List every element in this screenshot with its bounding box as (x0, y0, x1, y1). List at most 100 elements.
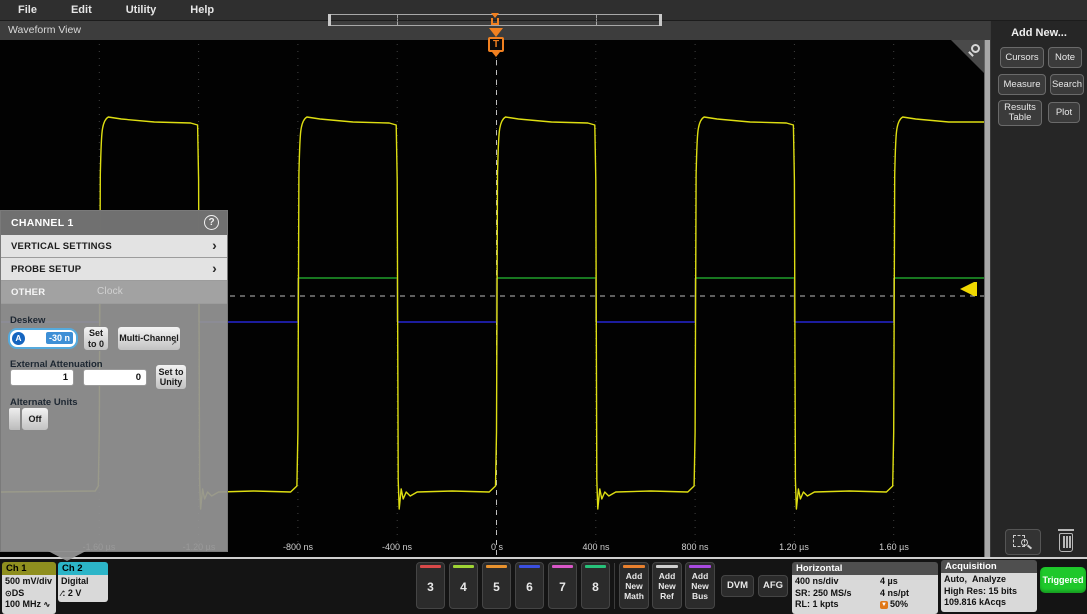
cursors-button[interactable]: Cursors (1000, 47, 1044, 68)
section-probe-setup[interactable]: PROBE SETUP › (1, 258, 227, 281)
dialog-pointer-notch (48, 551, 86, 561)
trigger-level-arrow-icon[interactable] (960, 282, 974, 296)
horizontal-badge-header: Horizontal (792, 562, 938, 575)
channel-4-button[interactable]: 4 (449, 562, 478, 609)
section-vertical-settings[interactable]: VERTICAL SETTINGS › (1, 235, 227, 258)
channel-3-button[interactable]: 3 (416, 562, 445, 609)
magnifier-icon (971, 44, 980, 53)
channel-1-dialog: CHANNEL 1 ? VERTICAL SETTINGS › PROBE SE… (0, 210, 228, 552)
multi-channel-label: Multi-Channel (119, 333, 179, 343)
ch1-scale: 500 mV/div (5, 576, 53, 588)
dialog-header[interactable]: CHANNEL 1 ? (1, 211, 227, 235)
waveform-view-title: Waveform View (8, 24, 81, 36)
ch1-coupling: DS (12, 588, 25, 598)
chevron-right-icon: › (212, 260, 217, 276)
acquisition-detail: High Res: 15 bits (944, 586, 1034, 598)
section-label: VERTICAL SETTINGS (11, 241, 112, 252)
zoom-corner-control[interactable] (951, 40, 985, 74)
search-button[interactable]: Search (1050, 74, 1084, 95)
menu-utility[interactable]: Utility (126, 4, 157, 16)
menu-file[interactable]: File (18, 4, 37, 16)
add-new-math-button[interactable]: Add New Math (619, 562, 649, 609)
ref-color-stripe (656, 565, 678, 568)
ch2-threshold: : 2 V (62, 588, 81, 598)
axis-tick-label: 1.20 µs (779, 542, 809, 552)
alternate-units-toggle-knob[interactable] (8, 407, 21, 431)
trigger-flag-arrow-icon (489, 28, 503, 37)
acquisition-overview-bar[interactable] (330, 14, 660, 26)
axis-tick-label: 800 ns (681, 542, 708, 552)
add-new-title: Add New... (991, 27, 1087, 39)
overview-tick (397, 15, 398, 25)
zoom-tool-button[interactable] (1005, 529, 1041, 555)
deskew-value: -30 n (46, 332, 73, 344)
channel-8-button[interactable]: 8 (581, 562, 610, 609)
add-new-ref-button[interactable]: Add New Ref (652, 562, 682, 609)
section-label: OTHER (11, 287, 45, 298)
dvm-button[interactable]: DVM (721, 575, 754, 597)
channel-7-button[interactable]: 7 (548, 562, 577, 609)
deskew-input[interactable]: A -30 n (8, 328, 78, 349)
bottom-bar: Ch 1 500 mV/div ⊙DS 100 MHz ∿ Ch 2 Digit… (0, 557, 1087, 614)
afg-button[interactable]: AFG (758, 575, 788, 597)
source-a-badge-icon: A (12, 332, 25, 345)
note-button[interactable]: Note (1048, 47, 1082, 68)
measure-button[interactable]: Measure (998, 74, 1046, 95)
attenuation-numerator-input[interactable]: 1 (10, 369, 74, 386)
axis-tick-label: 1.60 µs (879, 542, 909, 552)
set-to-unity-button[interactable]: Set to Unity (155, 364, 187, 390)
trash-lid-icon (1058, 529, 1074, 531)
horizontal-scale: 400 ns/div (795, 576, 839, 588)
ch1-badge[interactable]: Ch 1 500 mV/div ⊙DS 100 MHz ∿ (2, 562, 56, 614)
trigger-position-flag[interactable]: T (487, 28, 507, 57)
separator (614, 563, 615, 609)
ch2-badge[interactable]: Ch 2 Digital ∕: 2 V (58, 562, 108, 602)
channel-5-color-stripe (486, 565, 507, 568)
attenuation-denominator-input[interactable]: 0 (83, 369, 147, 386)
horizontal-window: 4 µs (880, 576, 932, 588)
zoom-lens-icon (1021, 539, 1028, 546)
axis-tick-label: -400 ns (382, 542, 412, 552)
set-to-zero-button[interactable]: Set to 0 (83, 326, 109, 351)
help-icon[interactable]: ? (204, 215, 219, 230)
trash-can-icon (1059, 533, 1073, 552)
menu-edit[interactable]: Edit (71, 4, 92, 16)
results-table-button[interactable]: Results Table (998, 100, 1042, 126)
horizontal-record-length: RL: 1 kpts (795, 599, 839, 611)
axis-tick-label: 400 ns (582, 542, 609, 552)
expansion-position-icon: ▼ (880, 601, 888, 609)
section-other[interactable]: OTHER Clock (1, 281, 227, 304)
add-new-panel: Add New... Cursors Note Measure Search R… (990, 21, 1087, 557)
ch2-mode: Digital (61, 576, 105, 588)
channel-8-color-stripe (585, 565, 606, 568)
bandwidth-icon: ∿ (44, 600, 51, 609)
plot-button[interactable]: Plot (1048, 102, 1080, 123)
bus-color-stripe (689, 565, 711, 568)
menu-help[interactable]: Help (190, 4, 214, 16)
channel-5-button[interactable]: 5 (482, 562, 511, 609)
acquisition-analyze: Analyze (972, 574, 1006, 584)
channel-6-button[interactable]: 6 (515, 562, 544, 609)
expansion-point-marker[interactable] (491, 18, 499, 25)
ch1-bandwidth: 100 MHz (5, 599, 41, 609)
axis-tick-label: 0 s (491, 542, 503, 552)
math-color-stripe (623, 565, 645, 568)
channel-6-color-stripe (519, 565, 540, 568)
alternate-units-toggle[interactable]: Off (21, 407, 49, 431)
acquisition-mode: Auto, (944, 574, 967, 584)
trigger-flag-label: T (488, 37, 504, 52)
ghost-clock-label: Clock (97, 286, 123, 297)
trash-button[interactable] (1057, 529, 1075, 553)
triggered-status-indicator: Triggered (1040, 567, 1086, 593)
multi-channel-button[interactable]: Multi-Channel ↗ (117, 326, 181, 351)
deskew-label: Deskew (10, 315, 45, 326)
dialog-title: CHANNEL 1 (11, 217, 74, 229)
acquisition-badge[interactable]: Acquisition Auto, Analyze High Res: 15 b… (941, 560, 1037, 612)
acquisition-badge-header: Acquisition (941, 560, 1037, 573)
acquisition-count: 109.816 kAcqs (944, 597, 1034, 609)
horizontal-badge[interactable]: Horizontal 400 ns/div4 µs SR: 250 MS/s4 … (792, 562, 938, 614)
channel-7-color-stripe (552, 565, 573, 568)
add-new-bus-button[interactable]: Add New Bus (685, 562, 715, 609)
trigger-level-arrow-bar (974, 282, 977, 296)
expand-icon: ↗ (171, 340, 177, 348)
